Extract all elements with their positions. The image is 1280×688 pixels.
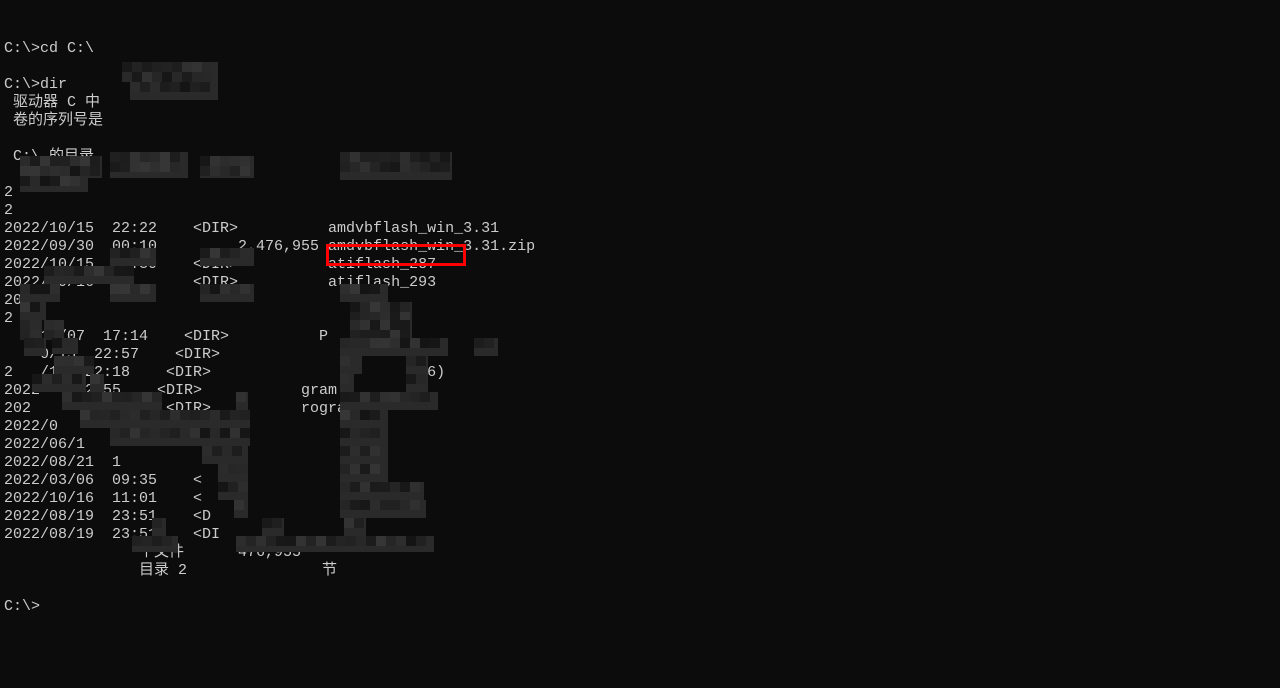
redaction-block	[200, 248, 254, 266]
redaction-block	[344, 518, 366, 536]
terminal-line: 卷的序列号是	[4, 112, 1280, 130]
redaction-block	[110, 152, 188, 178]
redaction-block	[90, 374, 104, 392]
terminal-line: 0/15 22:57 <DIR>	[4, 346, 1280, 364]
terminal-line: 2022 22:55 <DIR> gram	[4, 382, 1280, 400]
terminal-line	[4, 166, 1280, 184]
redaction-block	[340, 482, 424, 500]
redaction-block	[80, 410, 250, 428]
redaction-block	[110, 284, 156, 302]
terminal-line: 2022/10/15 22:30 <DIR> atiflash_287	[4, 256, 1280, 274]
redaction-block	[340, 152, 452, 180]
terminal-line	[4, 130, 1280, 148]
redaction-block	[20, 176, 88, 192]
redaction-block	[236, 536, 434, 552]
redaction-block	[110, 428, 250, 446]
redaction-block	[20, 284, 60, 302]
terminal-line: 2	[4, 310, 1280, 328]
terminal-line: 2	[4, 202, 1280, 220]
redaction-block	[340, 284, 388, 302]
terminal-line: 12/07 17:14 <DIR> P	[4, 328, 1280, 346]
terminal-line: 2022/09/30 00:10 2,476,955 amdvbflash_wi…	[4, 238, 1280, 256]
redaction-block	[340, 356, 362, 374]
redaction-block	[200, 284, 254, 302]
redaction-block	[24, 338, 46, 356]
redaction-block	[340, 446, 388, 464]
terminal-output[interactable]: C:\>cd C:\C:\>dir 驱动器 C 中 卷的序列号是 C:\ 的目录…	[4, 4, 1280, 688]
redaction-block	[62, 392, 162, 410]
redaction-block	[340, 338, 448, 356]
terminal-line: C:\>cd C:\	[4, 40, 1280, 58]
redaction-block	[44, 266, 134, 284]
terminal-line	[4, 580, 1280, 598]
redaction-block	[340, 392, 438, 410]
redaction-block	[54, 356, 94, 374]
redaction-block	[406, 374, 428, 392]
terminal-line: 2 /14 22:18 <DIR> 6)	[4, 364, 1280, 382]
redaction-block	[20, 320, 42, 340]
redaction-block	[340, 428, 388, 446]
terminal-line: 目录 2 节	[4, 562, 1280, 580]
redaction-block	[110, 248, 156, 266]
redaction-block	[340, 410, 388, 428]
redaction-block	[200, 156, 254, 178]
redaction-block	[122, 62, 218, 82]
terminal-line: 2	[4, 184, 1280, 202]
redaction-block	[340, 374, 354, 392]
redaction-block	[340, 464, 388, 482]
redaction-block	[32, 374, 86, 392]
terminal-line: 2021	[4, 292, 1280, 310]
redaction-block	[218, 482, 248, 500]
redaction-block	[202, 446, 248, 464]
redaction-block	[52, 338, 78, 354]
redaction-block	[340, 500, 426, 518]
redaction-block	[130, 82, 218, 100]
terminal-line: 个文件 476,955	[4, 544, 1280, 562]
terminal-line: C:\>	[4, 598, 1280, 616]
terminal-line: 2022/08/19 23:51 <D	[4, 508, 1280, 526]
redaction-block	[20, 156, 102, 178]
terminal-line: 2022/10/16 1 <DIR> atiflash_293	[4, 274, 1280, 292]
terminal-line: 2022/08/21 1	[4, 454, 1280, 472]
redaction-block	[262, 518, 284, 536]
terminal-line: 2022/03/06 09:35 <	[4, 472, 1280, 490]
redaction-block	[236, 392, 248, 410]
terminal-line: C:\ 的目录	[4, 148, 1280, 166]
redaction-block	[44, 320, 64, 340]
terminal-line: 2022/10/15 22:22 <DIR> amdvbflash_win_3.…	[4, 220, 1280, 238]
terminal-line: 2022/10/16 11:01 <	[4, 490, 1280, 508]
terminal-line: 2022/08/19 23:51 <DI	[4, 526, 1280, 544]
redaction-block	[406, 356, 428, 374]
redaction-block	[474, 338, 498, 356]
redaction-block	[132, 536, 178, 552]
redaction-block	[20, 302, 46, 320]
redaction-block	[234, 500, 248, 518]
redaction-block	[218, 464, 248, 482]
redaction-block	[152, 518, 166, 536]
